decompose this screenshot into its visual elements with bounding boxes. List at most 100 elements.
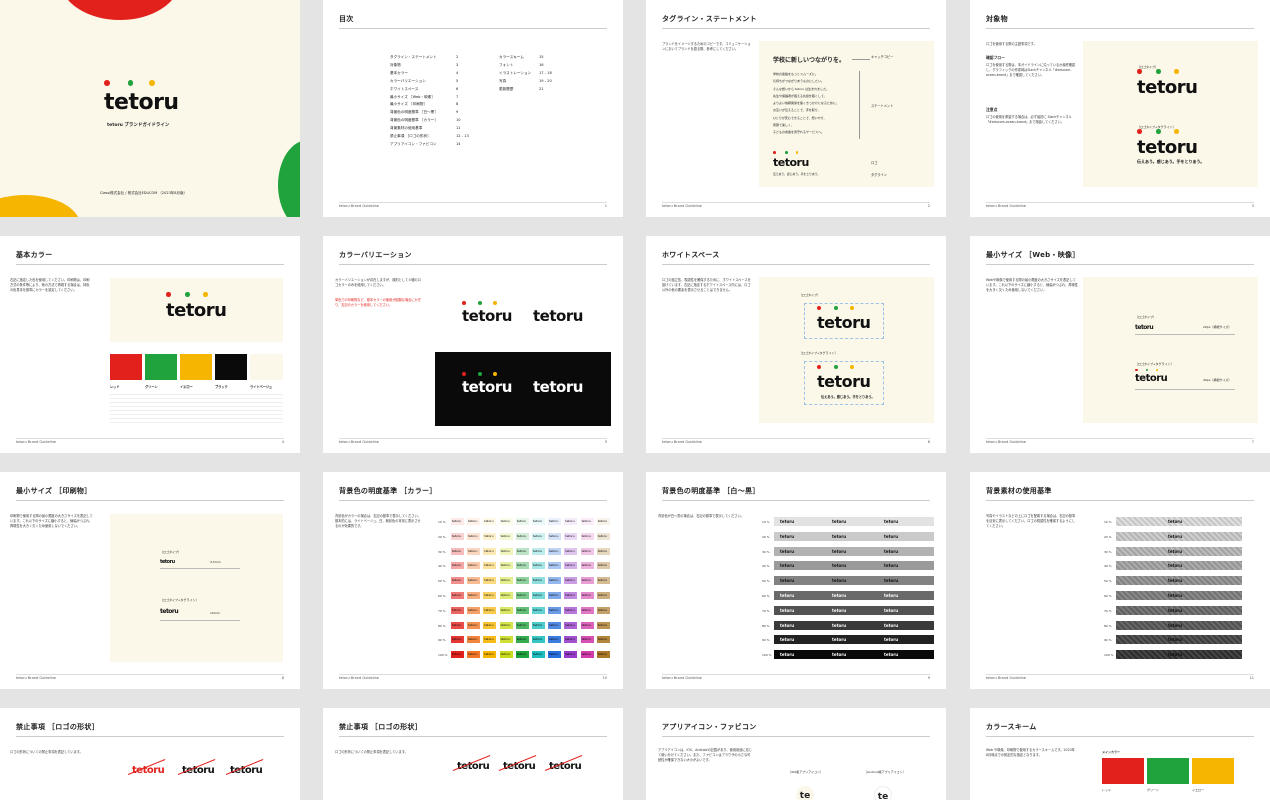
target-page[interactable]: 対象物 ロゴを使用する際の主題事項です。 確認フロー ロゴを使用する際は、本ガイ… xyxy=(970,0,1270,217)
toc-item[interactable]: 背景素材の使用基準 11 xyxy=(390,125,480,133)
target-panel: ［ロゴタイプ］ tetoru ［ロゴタイプ+タグライン］ tetoru 伝えあう… xyxy=(1083,41,1258,187)
mono-row: tetoru tetoru tetoru xyxy=(774,635,934,645)
row-logo: tetoru xyxy=(832,578,847,584)
toc-item[interactable]: 背景色の明度基準 ［白〜黒］ 9 xyxy=(390,109,480,117)
toc-item[interactable]: 更新履歴 21 xyxy=(499,86,559,94)
tagline-text: 伝えあう。感じあう。手をとりあう。 xyxy=(821,395,875,399)
page-desc: 背景色がカラーの場合は、右記の基準で表示してください。基本的には、ライトベージュ… xyxy=(335,514,421,529)
statement-line: 学校の連絡をもっとスムーズに。 xyxy=(773,72,818,76)
color-cell: tetoru xyxy=(499,592,513,599)
color-name: ライトベージュ xyxy=(250,385,273,389)
row-logo: tetoru xyxy=(884,548,899,554)
toc-page-number: 11 xyxy=(456,126,461,131)
prohibit-page-2[interactable]: 禁止事項 ［ロゴの形状］ ロゴの形状についての禁止事項を表記しています。 tet… xyxy=(323,708,623,800)
material-row: tetoru xyxy=(1116,517,1242,526)
divider xyxy=(16,736,284,737)
page-footer: tetoru Brand Guideline 7 xyxy=(986,438,1254,444)
toc-item[interactable]: タグライン・ステートメント 2 xyxy=(390,54,480,62)
toc-item[interactable]: 基本カラー 4 xyxy=(390,70,480,78)
toc-item[interactable]: ホワイトスペース 6 xyxy=(390,86,480,94)
mono-row: tetoru tetoru tetoru xyxy=(774,591,934,600)
toc-item[interactable]: カラースキーム 15 xyxy=(499,54,559,62)
toc-item[interactable]: 禁止事項 ［ロゴの形状］ 12 - 13 xyxy=(390,133,480,141)
material-row: tetoru xyxy=(1116,650,1242,660)
page-footer: tetoru Brand Guideline 10 xyxy=(339,674,607,680)
logo: tetoru xyxy=(817,306,871,331)
toc-item[interactable]: 最小サイズ ［Web・映像］ 7 xyxy=(390,94,480,102)
min-size-web-page[interactable]: 最小サイズ ［Web・映像］ Webや映像で使用する際の最小限度の大きさサイズを… xyxy=(970,236,1270,453)
color-cell: tetoru xyxy=(451,532,464,540)
color-cell: tetoru xyxy=(532,651,545,659)
color-cell: tetoru xyxy=(548,636,562,644)
color-cell: tetoru xyxy=(564,592,578,599)
color-scheme-page[interactable]: カラースキーム Web や映像、印刷物で使用するカラースキームです。2023年8… xyxy=(970,708,1270,800)
toc-item[interactable]: 背景色の明度基準 ［カラー］ 10 xyxy=(390,117,480,125)
color-cell: tetoru xyxy=(548,518,562,525)
statement-line: 気持ちがつながりあうものにしたい。 xyxy=(773,79,825,84)
toc-item[interactable]: アプリアイコン・ファビコン 14 xyxy=(390,141,480,149)
color-cell: tetoru xyxy=(548,562,562,570)
color-cell: tetoru xyxy=(515,577,529,585)
page-footer: tetoru Brand Guideline 2 xyxy=(662,202,930,208)
color-cell: tetoru xyxy=(467,651,481,659)
color-cell: tetoru xyxy=(467,532,481,540)
color-cell: tetoru xyxy=(548,532,562,540)
swatch-black xyxy=(215,354,247,380)
color-cell: tetoru xyxy=(451,621,464,629)
divider xyxy=(986,264,1254,265)
basic-color-page[interactable]: 基本カラー 右記に指定した色を使用してください。印刷物は、印刷方式の条件等により… xyxy=(0,236,300,453)
bg-mono-page[interactable]: 背景色の明度基準 ［白〜黒］ 背景色が白〜黒の場合は、右記の基準で表示してくださ… xyxy=(646,472,946,689)
page-title: 基本カラー xyxy=(16,251,53,259)
page-title: タグライン・ステートメント xyxy=(662,15,757,23)
row-logo: tetoru xyxy=(884,637,899,643)
bg-color-page[interactable]: 背景色の明度基準 ［カラー］ 背景色がカラーの場合は、右記の基準で表示してくださ… xyxy=(323,472,623,689)
toc-item[interactable]: 最小サイズ ［印刷物］ 8 xyxy=(390,101,480,109)
page-desc: ロゴの形状についての禁止事項を表記しています。 xyxy=(335,750,408,754)
color-cell: tetoru xyxy=(564,621,578,629)
percent-label: 50 % xyxy=(762,579,770,584)
tagline-panel: 学校に新しいつながりを。 キャッチコピー 学校の連絡をもっとスムーズに。 気持ちが… xyxy=(759,41,934,187)
color-cell: tetoru xyxy=(580,651,594,659)
toc-page[interactable]: 目次 タグライン・ステートメント 2 対象物 3 基本カラー 4 カラーバリエーション 5 ホワ… xyxy=(323,0,623,217)
label: ［ロゴタイプ］ xyxy=(799,293,821,297)
divider xyxy=(662,500,930,501)
swatch-yellow xyxy=(180,354,212,380)
percent-label: 60 % xyxy=(762,594,770,598)
color-cell: tetoru xyxy=(580,518,594,525)
cover-page[interactable]: tetoru tetoru ブランドガイドライン Classi株式会社 / 株式… xyxy=(0,0,300,217)
app-icon-page[interactable]: アプリアイコン・ファビコン アプリアイコンは、iOS、Androidの記載があり… xyxy=(646,708,946,800)
color-name: レッド xyxy=(110,385,120,389)
row-logo: tetoru xyxy=(1168,622,1183,628)
page-footer: tetoru Brand Guideline 5 xyxy=(339,438,607,444)
color-cell: tetoru xyxy=(532,636,545,644)
min-size-print-page[interactable]: 最小サイズ ［印刷物］ 印刷物で使用する際の最小限度の大きさサイズを表記していま… xyxy=(0,472,300,689)
white-space-page[interactable]: ホワイトスペース ロゴの独立性、視認性を確保するために、ホワイトスペースを設けて… xyxy=(646,236,946,453)
toc-item[interactable]: 写真 19 - 20 xyxy=(499,78,559,86)
toc-item[interactable]: イラストレーション 17 - 18 xyxy=(499,70,559,78)
toc-item[interactable]: 対象物 3 xyxy=(390,62,480,70)
color-cell: tetoru xyxy=(515,562,529,570)
toc-label: 禁止事項 ［ロゴの形状］ xyxy=(390,134,431,139)
tagline-page[interactable]: タグライン・ステートメント ブランドをイメージするためのコピーです。コミュニケー… xyxy=(646,0,946,217)
material-row: tetoru xyxy=(1116,620,1242,630)
toc-page-number: 3 xyxy=(456,62,459,67)
toc-item[interactable]: フォント 16 xyxy=(499,62,559,70)
size-value: 10mm xyxy=(210,611,220,615)
prohibit-page-1[interactable]: 禁止事項 ［ロゴの形状］ ロゴの形状についての禁止事項を表記しています。 tet… xyxy=(0,708,300,800)
color-cell: tetoru xyxy=(499,577,513,585)
row-logo: tetoru xyxy=(832,607,847,613)
percent-label: 30 % xyxy=(1104,549,1112,554)
bg-material-page[interactable]: 背景素材の使用基準 写真やイラストなどの上にロゴを配置する場合は、右記の基準を目… xyxy=(970,472,1270,689)
color-variation-page[interactable]: カラーバリエーション カラーバリエーションが存在しますが、原則として４種のロゴカ… xyxy=(323,236,623,453)
page-desc: 印刷物で使用する際の最小限度の大きさサイズを表記しています。これ以下のサイズに縮… xyxy=(10,514,93,529)
size-value: 20px（横幅サイズ） xyxy=(1203,325,1232,329)
toc-page-number: 19 - 20 xyxy=(539,78,552,83)
percent-label: 100 % xyxy=(438,653,448,658)
statement-text: 学校の連絡をもっとスムーズに。 気持ちがつながりあうものにしたい。 そんな想いから … xyxy=(773,71,839,137)
color-cell: tetoru xyxy=(451,518,464,525)
color-cell: tetoru xyxy=(499,532,513,540)
page-footer: tetoru Brand Guideline 6 xyxy=(662,438,930,444)
color-cell: tetoru xyxy=(580,532,594,540)
page-footer: tetoru Brand Guideline 9 xyxy=(662,674,930,680)
toc-item[interactable]: カラーバリエーション 5 xyxy=(390,78,480,86)
